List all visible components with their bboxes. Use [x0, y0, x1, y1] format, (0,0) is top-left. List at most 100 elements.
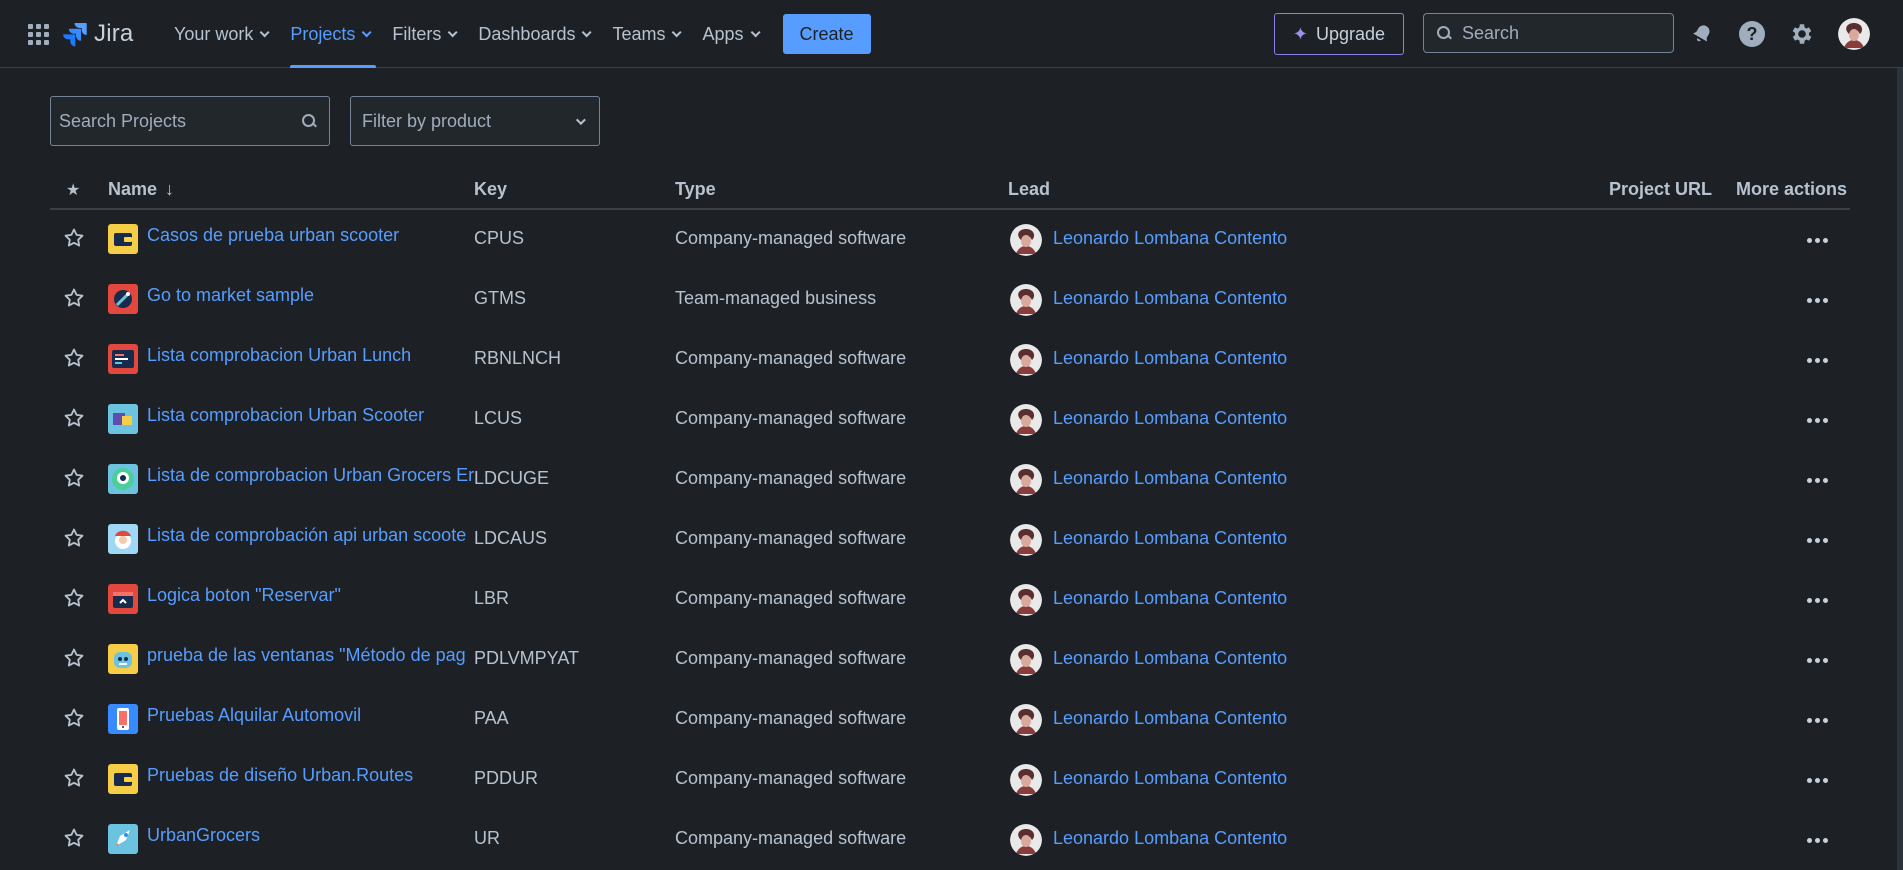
project-name-link[interactable]: Pruebas Alquilar Automovil	[147, 705, 505, 726]
board-icon	[108, 344, 138, 374]
global-search[interactable]	[1423, 13, 1674, 53]
nav-menu: Your work Projects Filters Dashboards Te…	[162, 0, 871, 68]
rocket-icon	[108, 824, 138, 854]
project-key: LDCAUS	[474, 528, 548, 548]
more-actions-icon[interactable]	[1802, 768, 1832, 792]
lead-name-link[interactable]: Leonardo Lombana Contento	[1053, 528, 1287, 549]
more-actions-icon[interactable]	[1802, 408, 1832, 432]
star-icon[interactable]	[62, 766, 86, 790]
project-name-link[interactable]: Logica boton "Reservar"	[147, 585, 505, 606]
table-row: prueba de las ventanas "Método de pag PD…	[50, 630, 1850, 690]
santa-icon	[108, 524, 138, 554]
project-name-link[interactable]: Pruebas de diseño Urban.Routes	[147, 765, 505, 786]
settings-icon[interactable]	[1788, 20, 1816, 48]
more-actions-icon[interactable]	[1802, 828, 1832, 852]
header-key[interactable]: Key	[474, 179, 507, 200]
nav-your-work[interactable]: Your work	[162, 0, 278, 68]
project-type: Company-managed software	[675, 468, 907, 488]
project-name-link[interactable]: prueba de las ventanas "Método de pag	[147, 645, 505, 666]
project-type: Company-managed software	[675, 228, 907, 248]
upgrade-button[interactable]: ✦ Upgrade	[1274, 13, 1404, 55]
nav-dashboards[interactable]: Dashboards	[466, 0, 600, 68]
star-icon[interactable]	[62, 706, 86, 730]
lead-name-link[interactable]: Leonardo Lombana Contento	[1053, 228, 1287, 249]
lead-name-link[interactable]: Leonardo Lombana Contento	[1053, 708, 1287, 729]
lead-name-link[interactable]: Leonardo Lombana Contento	[1053, 468, 1287, 489]
search-icon	[301, 113, 317, 129]
star-icon[interactable]	[62, 586, 86, 610]
nav-projects-label: Projects	[290, 23, 356, 44]
project-name-link[interactable]: Lista comprobacion Urban Lunch	[147, 345, 505, 366]
nav-teams[interactable]: Teams	[600, 0, 690, 68]
star-icon[interactable]	[62, 226, 86, 250]
project-key: LBR	[474, 588, 510, 608]
project-search[interactable]	[50, 96, 330, 146]
lead-name-link[interactable]: Leonardo Lombana Contento	[1053, 408, 1287, 429]
star-icon[interactable]	[62, 826, 86, 850]
header-more-actions: More actions	[1736, 179, 1848, 199]
star-icon[interactable]	[62, 466, 86, 490]
nav-apps-label: Apps	[702, 23, 744, 44]
product-filter-dropdown[interactable]: Filter by product	[350, 96, 600, 146]
more-actions-icon[interactable]	[1802, 708, 1832, 732]
star-icon[interactable]	[62, 646, 86, 670]
help-icon[interactable]: ?	[1738, 20, 1766, 48]
lead-avatar	[1010, 704, 1042, 736]
lead-name-link[interactable]: Leonardo Lombana Contento	[1053, 648, 1287, 669]
starred-column-icon: ★	[66, 182, 81, 199]
header-type[interactable]: Type	[675, 179, 716, 200]
nav-filters[interactable]: Filters	[380, 0, 466, 68]
project-name-link[interactable]: Lista de comprobacion Urban Grocers Er	[147, 465, 505, 486]
page-scrollbar[interactable]	[1897, 68, 1903, 870]
project-type: Company-managed software	[675, 708, 907, 728]
app-switcher-icon[interactable]	[26, 22, 50, 46]
project-name-link[interactable]: Lista comprobacion Urban Scooter	[147, 405, 505, 426]
project-search-input[interactable]	[59, 110, 301, 132]
nav-filters-label: Filters	[392, 23, 442, 44]
project-name-link[interactable]: Lista de comprobación api urban scoote	[147, 525, 505, 546]
star-icon[interactable]	[62, 526, 86, 550]
nav-projects[interactable]: Projects	[278, 0, 380, 68]
create-button[interactable]: Create	[782, 14, 871, 54]
lead-name-link[interactable]: Leonardo Lombana Contento	[1053, 288, 1287, 309]
table-row: Lista comprobacion Urban Lunch RBNLNCH C…	[50, 330, 1850, 390]
nav-dashboards-label: Dashboards	[478, 23, 576, 44]
star-icon[interactable]	[62, 406, 86, 430]
more-actions-icon[interactable]	[1802, 348, 1832, 372]
lead-name-link[interactable]: Leonardo Lombana Contento	[1053, 828, 1287, 849]
star-icon[interactable]	[62, 346, 86, 370]
jira-logo-icon	[63, 23, 87, 47]
project-name-link[interactable]: UrbanGrocers	[147, 825, 505, 846]
more-actions-icon[interactable]	[1802, 468, 1832, 492]
more-actions-icon[interactable]	[1802, 648, 1832, 672]
more-actions-icon[interactable]	[1802, 228, 1832, 252]
project-name-link[interactable]: Casos de prueba urban scooter	[147, 225, 505, 246]
lead-avatar	[1010, 824, 1042, 856]
header-name[interactable]: Name ↓	[108, 179, 174, 200]
jira-logo[interactable]: Jira	[62, 18, 133, 50]
nav-apps[interactable]: Apps	[690, 0, 768, 68]
project-name-link[interactable]: Go to market sample	[147, 285, 505, 306]
notifications-icon[interactable]	[1688, 20, 1716, 48]
lead-name-link[interactable]: Leonardo Lombana Contento	[1053, 348, 1287, 369]
more-actions-icon[interactable]	[1802, 288, 1832, 312]
chevron-down-icon	[362, 26, 372, 37]
table-row: Casos de prueba urban scooter CPUS Compa…	[50, 210, 1850, 270]
lead-avatar	[1010, 224, 1042, 256]
lead-name-link[interactable]: Leonardo Lombana Contento	[1053, 588, 1287, 609]
user-avatar[interactable]	[1838, 18, 1870, 50]
lead-name-link[interactable]: Leonardo Lombana Contento	[1053, 768, 1287, 789]
star-icon[interactable]	[62, 286, 86, 310]
global-search-input[interactable]	[1462, 22, 1652, 44]
wallet-icon	[108, 764, 138, 794]
logo-text: Jira	[94, 20, 134, 47]
table-row: Lista comprobacion Urban Scooter LCUS Co…	[50, 390, 1850, 450]
project-key: LCUS	[474, 408, 523, 428]
project-type: Company-managed software	[675, 528, 907, 548]
header-lead[interactable]: Lead	[1008, 179, 1050, 200]
calendar-icon	[108, 584, 138, 614]
project-key: GTMS	[474, 288, 526, 308]
more-actions-icon[interactable]	[1802, 528, 1832, 552]
more-actions-icon[interactable]	[1802, 588, 1832, 612]
lead-avatar	[1010, 404, 1042, 436]
